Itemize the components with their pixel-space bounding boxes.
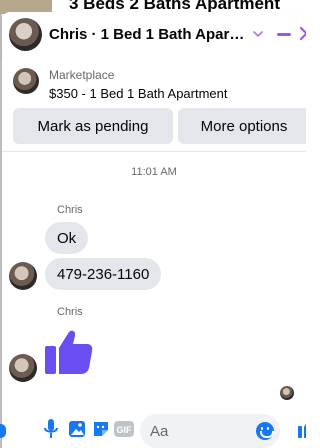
add-options-icon[interactable] xyxy=(0,418,10,440)
gif-icon[interactable]: GIF xyxy=(114,418,134,440)
emoji-icon[interactable] xyxy=(256,422,274,440)
photo-icon[interactable] xyxy=(66,418,88,440)
marketplace-label: Marketplace xyxy=(49,68,115,82)
chat-title[interactable]: Chris · 1 Bed 1 Bath Apartment xyxy=(49,26,249,43)
more-options-button[interactable]: More options xyxy=(178,108,306,144)
chat-header: Chris · 1 Bed 1 Bath Apartment xyxy=(2,12,306,58)
message-timestamp: 11:01 AM xyxy=(131,166,177,178)
mark-as-pending-button[interactable]: Mark as pending xyxy=(13,108,173,144)
message-bubble[interactable]: 479-236-1160 xyxy=(45,258,162,290)
chat-window-page: 3 Beds 2 Baths Apartment Chris · 1 Bed 1… xyxy=(0,0,306,448)
minimize-icon[interactable] xyxy=(277,33,291,36)
sender-avatar[interactable] xyxy=(9,262,37,290)
sender-name: Chris xyxy=(57,204,83,216)
message-input-field[interactable] xyxy=(140,414,280,448)
contact-avatar[interactable] xyxy=(9,18,42,51)
thumbs-up-sticker[interactable] xyxy=(45,328,93,376)
message-input[interactable] xyxy=(150,420,250,442)
thumbs-up-icon[interactable] xyxy=(298,418,306,440)
listing-thumbnail[interactable] xyxy=(13,68,39,94)
gif-label: GIF xyxy=(117,425,133,435)
sticker-icon[interactable] xyxy=(90,418,112,440)
sender-avatar[interactable] xyxy=(9,354,37,382)
message-thread: 11:01 AM Chris Ok 479-236-1160 Chris xyxy=(2,152,306,404)
close-icon[interactable] xyxy=(298,24,306,46)
message-bubble[interactable]: Ok xyxy=(45,222,89,254)
chevron-down-icon[interactable] xyxy=(252,28,264,40)
message-composer: GIF xyxy=(0,404,306,448)
seen-indicator-avatar xyxy=(280,386,294,400)
marketplace-card: Marketplace $350 - 1 Bed 1 Bath Apartmen… xyxy=(2,58,306,152)
sender-name: Chris xyxy=(57,306,83,318)
listing-price-title[interactable]: $350 - 1 Bed 1 Bath Apartment xyxy=(49,86,228,101)
microphone-icon[interactable] xyxy=(40,418,62,440)
